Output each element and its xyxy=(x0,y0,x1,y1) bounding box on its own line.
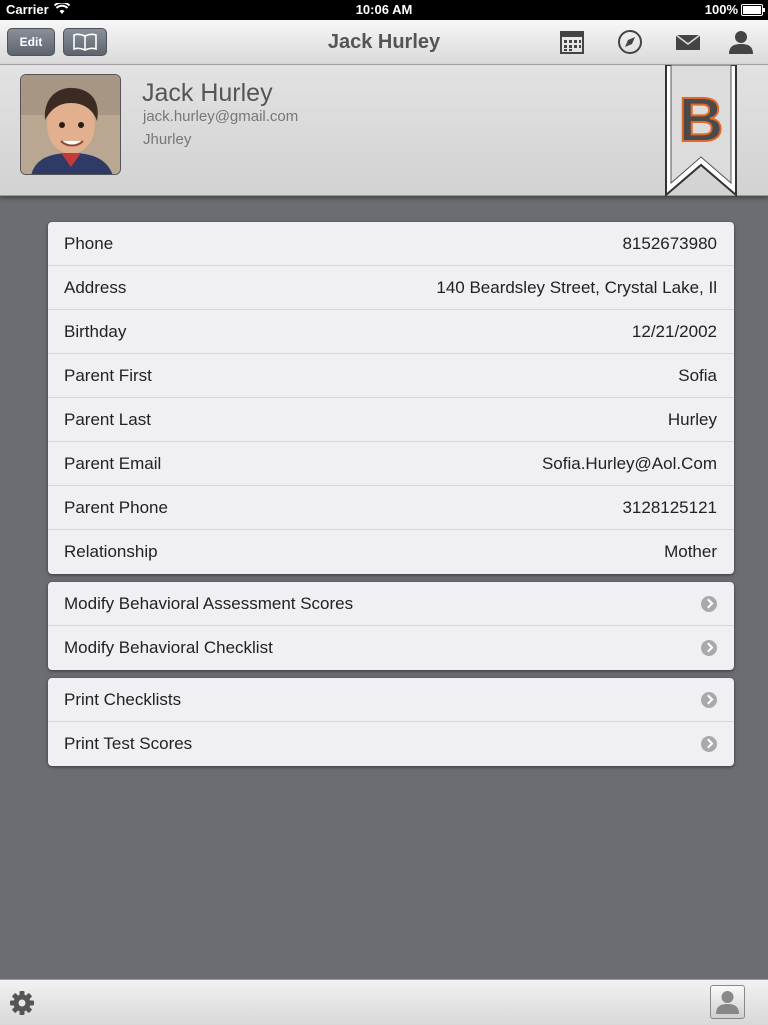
detail-label: Parent First xyxy=(64,366,152,385)
modify-assessment-scores-row[interactable]: Modify Behavioral Assessment Scores xyxy=(48,582,734,626)
status-time: 10:06 AM xyxy=(355,2,413,17)
detail-value: 8152673980 xyxy=(622,234,717,253)
badge-ribbon: B xyxy=(665,65,737,197)
print-checklists-row[interactable]: Print Checklists xyxy=(48,678,734,722)
detail-label: Birthday xyxy=(64,322,127,341)
person-icon[interactable] xyxy=(726,28,756,56)
avatar xyxy=(20,74,121,175)
mail-icon[interactable] xyxy=(673,28,703,56)
detail-row: Parent Last Hurley xyxy=(48,398,734,442)
detail-row: Parent Email Sofia.Hurley@Aol.Com xyxy=(48,442,734,486)
detail-label: Parent Last xyxy=(64,410,151,429)
calendar-icon[interactable] xyxy=(557,28,587,56)
detail-label: Relationship xyxy=(64,542,158,561)
profile-header: Jack Hurley jack.hurley@gmail.com Jhurle… xyxy=(0,65,768,197)
detail-value: 140 Beardsley Street, Crystal Lake, Il xyxy=(436,278,717,297)
nav-bar: Edit Jack Hurley xyxy=(0,20,768,65)
profile-button[interactable] xyxy=(710,985,745,1019)
detail-value: 3128125121 xyxy=(622,498,717,517)
profile-name: Jack Hurley xyxy=(142,79,273,107)
detail-value: Hurley xyxy=(667,410,717,429)
badge-letter: B xyxy=(679,86,724,155)
profile-username: Jhurley xyxy=(143,131,192,148)
status-bar: Carrier 10:06 AM 100% xyxy=(0,0,768,20)
details-card: Phone 8152673980 Address 140 Beardsley S… xyxy=(48,222,734,574)
detail-row: Address 140 Beardsley Street, Crystal La… xyxy=(48,266,734,310)
chevron-right-icon xyxy=(701,692,717,708)
detail-value: Sofia xyxy=(678,366,717,385)
user-silhouette-icon xyxy=(716,991,739,1014)
detail-row: Relationship Mother xyxy=(48,530,734,574)
detail-label: Parent Email xyxy=(64,454,162,473)
print-test-scores-row[interactable]: Print Test Scores xyxy=(48,722,734,766)
detail-row: Parent Phone 3128125121 xyxy=(48,486,734,530)
detail-value: Mother xyxy=(664,542,717,561)
chevron-right-icon xyxy=(701,640,717,656)
action-label: Modify Behavioral Checklist xyxy=(64,638,273,657)
detail-label: Phone xyxy=(64,234,114,253)
modify-checklist-row[interactable]: Modify Behavioral Checklist xyxy=(48,626,734,670)
compass-icon[interactable] xyxy=(615,28,645,56)
detail-value: 12/21/2002 xyxy=(631,322,717,341)
nav-title: Jack Hurley xyxy=(327,31,441,53)
action-label: Print Test Scores xyxy=(64,734,193,753)
modify-actions-card: Modify Behavioral Assessment Scores Modi… xyxy=(48,582,734,670)
profile-email: jack.hurley@gmail.com xyxy=(143,108,299,125)
detail-value: Sofia.Hurley@Aol.Com xyxy=(541,454,717,473)
chevron-right-icon xyxy=(701,736,717,752)
detail-label: Parent Phone xyxy=(64,498,168,517)
detail-row: Parent First Sofia xyxy=(48,354,734,398)
bottom-toolbar xyxy=(0,979,768,1025)
detail-label: Address xyxy=(64,278,127,297)
print-actions-card: Print Checklists Print Test Scores xyxy=(48,678,734,766)
chevron-right-icon xyxy=(701,596,717,612)
battery-percent: 100% xyxy=(704,2,738,17)
detail-row: Phone 8152673980 xyxy=(48,222,734,266)
action-label: Modify Behavioral Assessment Scores xyxy=(64,594,354,613)
gear-icon[interactable] xyxy=(8,989,36,1017)
battery-icon xyxy=(741,4,765,16)
action-label: Print Checklists xyxy=(64,690,182,709)
detail-row: Birthday 12/21/2002 xyxy=(48,310,734,354)
